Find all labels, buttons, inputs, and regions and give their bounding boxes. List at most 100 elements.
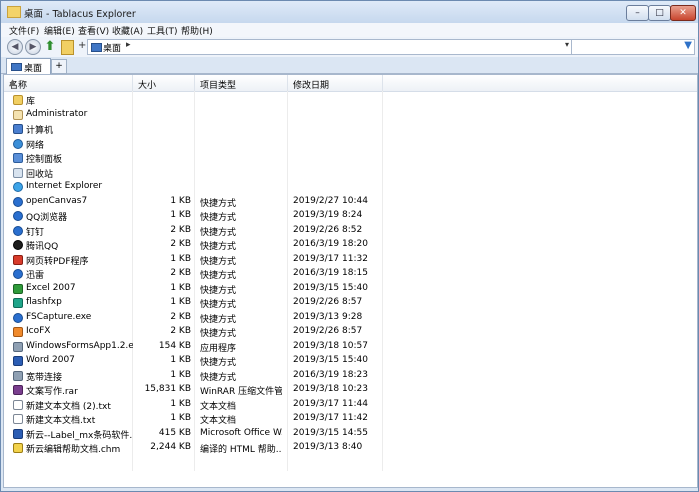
file-name: 控制面板 xyxy=(26,155,63,165)
file-name: 文案写作.rar xyxy=(26,387,78,397)
file-size: 1 KB xyxy=(170,355,191,365)
file-row[interactable]: IcoFX 2 KB 快捷方式 2019/2/26 8:57 xyxy=(4,325,697,340)
menu-favorites[interactable]: 收藏(A) xyxy=(112,24,143,37)
menu-help[interactable]: 帮助(H) xyxy=(181,24,213,37)
desktop-tab-icon xyxy=(11,63,22,71)
back-button[interactable]: ◀ xyxy=(7,39,23,55)
file-size: 1 KB xyxy=(170,413,191,423)
file-row[interactable]: Internet Explorer xyxy=(4,180,697,195)
file-row[interactable]: 新建文本文档.txt 1 KB 文本文档 2019/3/17 11:42 xyxy=(4,412,697,427)
application-icon xyxy=(13,341,23,352)
file-name: openCanvas7 xyxy=(26,195,88,206)
file-row[interactable]: 腾讯QQ 2 KB 快捷方式 2016/3/19 18:20 xyxy=(4,238,697,253)
column-date[interactable]: 修改日期 xyxy=(288,75,383,91)
file-date: 2019/2/27 10:44 xyxy=(293,195,368,206)
file-name: 回收站 xyxy=(26,169,54,180)
menu-bar: 文件(F) 编辑(E) 查看(V) 收藏(A) 工具(T) 帮助(H) xyxy=(1,23,698,37)
up-arrow-icon[interactable]: ⬆ xyxy=(43,39,57,54)
file-type: 快捷方式 xyxy=(200,213,237,223)
folder-tree-icon[interactable] xyxy=(61,40,74,55)
filter-funnel-icon[interactable]: ▼ xyxy=(684,40,692,51)
title-bar[interactable]: 桌面 - Tablacus Explorer – □ ✕ xyxy=(1,1,698,23)
file-date: 2016/3/19 18:15 xyxy=(293,268,368,278)
menu-file[interactable]: 文件(F) xyxy=(9,24,39,37)
new-tab-plus-button[interactable]: + xyxy=(78,40,86,51)
file-name: 宽带连接 xyxy=(26,372,63,383)
file-size: 1 KB xyxy=(170,282,191,293)
file-date: 2019/2/26 8:57 xyxy=(293,297,363,307)
forward-button[interactable]: ▶ xyxy=(25,39,41,55)
tab-desktop[interactable]: 桌面 xyxy=(6,58,51,74)
file-row[interactable]: 迅雷 2 KB 快捷方式 2016/3/19 18:15 xyxy=(4,267,697,282)
file-date: 2019/3/15 15:40 xyxy=(293,355,368,365)
add-tab-button[interactable]: + xyxy=(51,59,67,74)
column-type-label: 项目类型 xyxy=(200,81,237,91)
file-date: 2019/3/15 14:55 xyxy=(293,427,368,438)
file-date: 2019/3/17 11:42 xyxy=(293,413,368,423)
filter-input[interactable]: ▼ xyxy=(571,39,695,55)
file-row[interactable]: QQ浏览器 1 KB 快捷方式 2019/3/19 8:24 xyxy=(4,209,697,224)
file-row[interactable]: 网络 xyxy=(4,137,697,152)
file-row[interactable]: Excel 2007 1 KB 快捷方式 2019/3/15 15:40 xyxy=(4,282,697,297)
file-row[interactable]: flashfxp 1 KB 快捷方式 2019/2/26 8:57 xyxy=(4,296,697,311)
column-type[interactable]: 项目类型 xyxy=(195,75,288,91)
address-dropdown-icon[interactable]: ▾ xyxy=(565,40,569,49)
file-row[interactable]: WindowsFormsApp1.2.e... 154 KB 应用程序 2019/3/… xyxy=(4,340,697,355)
file-date: 2019/3/18 10:57 xyxy=(293,340,368,351)
file-date: 2019/3/17 11:32 xyxy=(293,253,368,264)
file-name: 网络 xyxy=(26,140,45,151)
file-row[interactable]: 钉钉 2 KB 快捷方式 2019/2/26 8:52 xyxy=(4,224,697,239)
file-row[interactable]: 新云编辑帮助文档.chm 2,244 KB 编译的 HTML 帮助... 2019/3… xyxy=(4,441,697,456)
file-row[interactable]: 文案写作.rar 15,831 KB WinRAR 压缩文件管... 2019/3/1… xyxy=(4,383,697,398)
column-size-label: 大小 xyxy=(138,81,157,91)
file-row[interactable]: 网页转PDF程序 1 KB 快捷方式 2019/3/17 11:32 xyxy=(4,253,697,268)
recycle-bin-icon xyxy=(13,167,23,178)
word-document-icon xyxy=(13,428,23,439)
file-row[interactable]: 计算机 xyxy=(4,122,697,137)
file-row[interactable]: Word 2007 1 KB 快捷方式 2019/3/15 15:40 xyxy=(4,354,697,369)
file-type: 文本文档 xyxy=(200,401,237,412)
file-size: 415 KB xyxy=(158,427,191,438)
file-row[interactable]: 控制面板 xyxy=(4,151,697,166)
file-name: Word 2007 xyxy=(26,355,75,365)
file-row[interactable]: FSCapture.exe 2 KB 快捷方式 2019/3/13 9:28 xyxy=(4,311,697,326)
close-button[interactable]: ✕ xyxy=(670,5,696,21)
maximize-button[interactable]: □ xyxy=(648,5,671,21)
network-icon xyxy=(13,138,23,149)
file-row[interactable]: 新云--Label_mx条码软件... 415 KB Microsoft Offic… xyxy=(4,427,697,442)
dingtalk-icon xyxy=(13,225,23,236)
menu-view[interactable]: 查看(V) xyxy=(78,24,109,37)
file-type: WinRAR 压缩文件管... xyxy=(200,387,282,397)
file-type: 快捷方式 xyxy=(200,329,237,339)
word-icon xyxy=(13,356,23,366)
file-row[interactable]: 库 xyxy=(4,93,697,108)
menu-edit[interactable]: 编辑(E) xyxy=(44,24,75,37)
file-name: 新云编辑帮助文档.chm xyxy=(26,445,121,455)
qq-icon xyxy=(13,240,23,250)
file-row[interactable]: 回收站 xyxy=(4,166,697,181)
file-list[interactable]: 名称 ▲ 大小 项目类型 修改日期 库 Administrator 计算机网络控制面… xyxy=(3,74,698,488)
address-location[interactable]: 桌面 xyxy=(103,41,121,54)
xunlei-icon xyxy=(13,269,23,279)
file-date: 2019/3/17 11:44 xyxy=(293,398,368,409)
breadcrumb-chevron-icon[interactable]: ▸ xyxy=(126,40,131,50)
file-name: 新云--Label_mx条码软件... xyxy=(26,430,133,441)
column-size[interactable]: 大小 xyxy=(133,75,195,91)
computer-icon xyxy=(13,124,23,134)
file-row[interactable]: 宽带连接 1 KB 快捷方式 2016/3/19 18:23 xyxy=(4,369,697,384)
file-size: 1 KB xyxy=(170,210,191,220)
file-date: 2019/3/19 8:24 xyxy=(293,210,363,220)
minimize-button[interactable]: – xyxy=(626,5,649,21)
address-bar[interactable]: 桌面 ▸ ▾ xyxy=(87,39,573,55)
file-date: 2019/3/13 9:28 xyxy=(293,311,363,322)
file-date: 2016/3/19 18:20 xyxy=(293,239,368,249)
file-row[interactable]: 新建文本文档 (2).txt 1 KB 文本文档 2019/3/17 11:44 xyxy=(4,398,697,413)
menu-tools[interactable]: 工具(T) xyxy=(147,24,178,37)
file-name: 钉钉 xyxy=(26,227,45,238)
column-header: 名称 ▲ 大小 项目类型 修改日期 xyxy=(4,75,697,92)
column-name[interactable]: 名称 ▲ xyxy=(4,75,133,91)
file-size: 2 KB xyxy=(170,239,191,249)
file-row[interactable]: openCanvas7 1 KB 快捷方式 2019/2/27 10:44 xyxy=(4,195,697,210)
file-size: 1 KB xyxy=(170,398,191,409)
file-row[interactable]: Administrator xyxy=(4,108,697,123)
